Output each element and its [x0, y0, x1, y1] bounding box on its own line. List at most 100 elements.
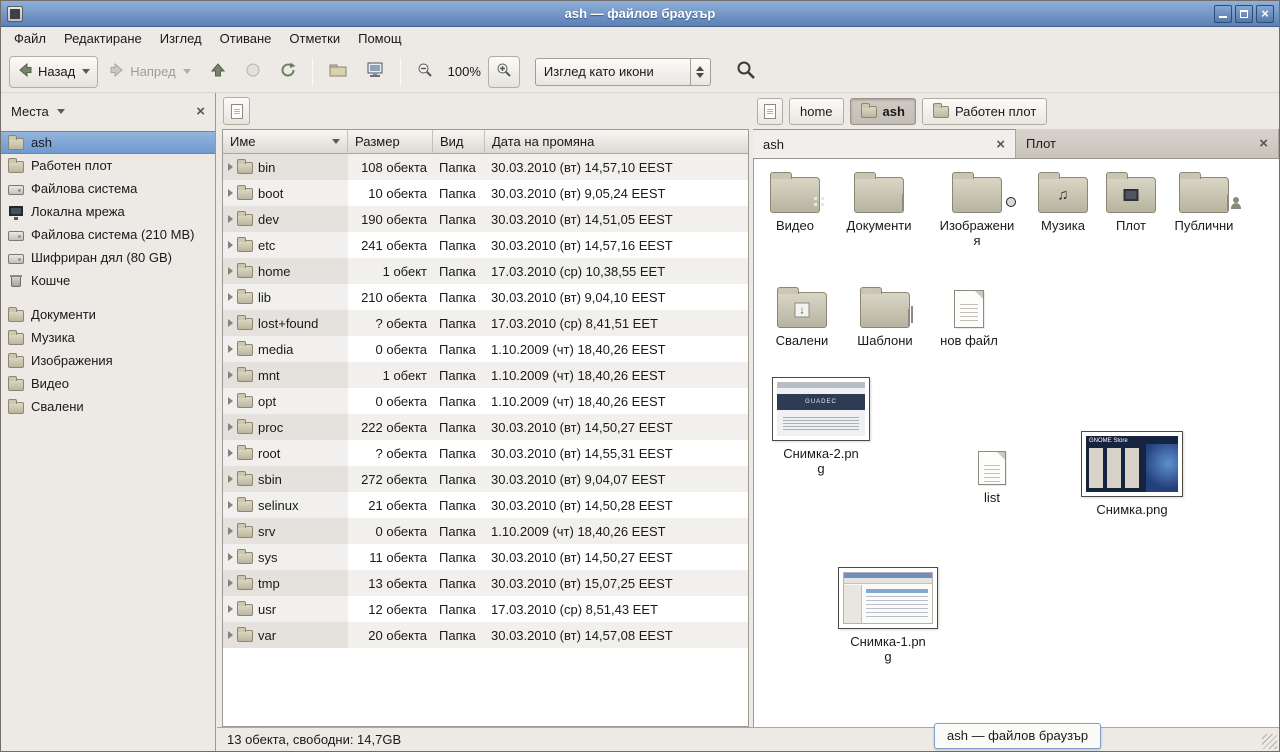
sidebar-close-button[interactable]: × [196, 104, 205, 119]
expander-icon[interactable] [228, 189, 233, 197]
table-row[interactable]: lost+found ? обекта Папка 17.03.2010 (ср… [223, 310, 748, 336]
table-row[interactable]: etc 241 обекта Папка 30.03.2010 (вт) 14,… [223, 232, 748, 258]
expander-icon[interactable] [228, 163, 233, 171]
column-header-type[interactable]: Вид [433, 130, 485, 154]
folder-item-desktop[interactable]: Плот [1091, 169, 1171, 233]
sidebar-title[interactable]: Места [11, 104, 49, 119]
close-button[interactable]: × [1256, 5, 1274, 23]
file-item-list[interactable]: list [952, 447, 1032, 505]
expander-icon[interactable] [228, 215, 233, 223]
sidebar-item-trash[interactable]: Кошче [1, 269, 215, 292]
column-header-size[interactable]: Размер [348, 130, 433, 154]
sidebar-item-filesystem[interactable]: Файлова система [1, 177, 215, 200]
menu-item[interactable]: Файл [5, 27, 55, 51]
table-row[interactable]: var 20 обекта Папка 30.03.2010 (вт) 14,5… [223, 622, 748, 648]
search-button[interactable] [728, 56, 764, 88]
location-toggle-button[interactable] [223, 97, 250, 125]
sidebar-item-music[interactable]: Музика [1, 326, 215, 349]
folder-item-public[interactable]: Публични [1164, 169, 1244, 233]
expander-icon[interactable] [228, 319, 233, 327]
taskbar-window-label[interactable]: ash — файлов браузър [934, 723, 1101, 749]
sidebar-item-desktop[interactable]: Работен плот [1, 154, 215, 177]
table-row[interactable]: sys 11 обекта Папка 30.03.2010 (вт) 14,5… [223, 544, 748, 570]
home-button[interactable] [321, 56, 355, 88]
pathbar-desktop-button[interactable]: Работен плот [922, 98, 1047, 125]
table-row[interactable]: home 1 обект Папка 17.03.2010 (ср) 10,38… [223, 258, 748, 284]
table-row[interactable]: selinux 21 обекта Папка 30.03.2010 (вт) … [223, 492, 748, 518]
folder-item-downloads[interactable]: ↓ Свалени [762, 284, 842, 348]
sidebar-item-documents[interactable]: Документи [1, 303, 215, 326]
resize-grip[interactable] [1262, 734, 1277, 749]
minimize-button[interactable] [1214, 5, 1232, 23]
table-row[interactable]: lib 210 обекта Папка 30.03.2010 (вт) 9,0… [223, 284, 748, 310]
pathbar-home-button[interactable]: home [789, 98, 844, 125]
menu-item[interactable]: Отметки [280, 27, 349, 51]
table-row[interactable]: srv 0 обекта Папка 1.10.2009 (чт) 18,40,… [223, 518, 748, 544]
stop-button[interactable] [237, 56, 269, 88]
table-row[interactable]: mnt 1 обект Папка 1.10.2009 (чт) 18,40,2… [223, 362, 748, 388]
menu-item[interactable]: Редактиране [55, 27, 151, 51]
sidebar-item-encrypted-80gb[interactable]: Шифриран дял (80 GB) [1, 246, 215, 269]
expander-icon[interactable] [228, 631, 233, 639]
up-button[interactable] [202, 56, 234, 88]
sidebar-item-pictures[interactable]: Изображения [1, 349, 215, 372]
forward-button[interactable]: Напред [101, 56, 198, 88]
expander-icon[interactable] [228, 241, 233, 249]
folder-item-documents[interactable]: Документи [839, 169, 919, 233]
zoom-out-button[interactable] [409, 56, 441, 88]
sidebar-item-videos[interactable]: Видео [1, 372, 215, 395]
file-item-newfile[interactable]: нов файл [929, 286, 1009, 348]
file-item-snimka1[interactable]: Снимка-1.png [833, 567, 943, 664]
back-button[interactable]: Назад [9, 56, 98, 88]
table-row[interactable]: bin 108 обекта Папка 30.03.2010 (вт) 14,… [223, 154, 748, 180]
expander-icon[interactable] [228, 449, 233, 457]
sidebar-item-ash[interactable]: ash [1, 131, 215, 154]
pathbar-root-button[interactable] [757, 98, 783, 125]
sidebar-item-network[interactable]: Локална мрежа [1, 200, 215, 223]
table-row[interactable]: tmp 13 обекта Папка 30.03.2010 (вт) 15,0… [223, 570, 748, 596]
expander-icon[interactable] [228, 267, 233, 275]
file-item-snimka[interactable]: GNOME Store Снимка.png [1077, 431, 1187, 517]
expander-icon[interactable] [228, 501, 233, 509]
expander-icon[interactable] [228, 293, 233, 301]
column-header-date[interactable]: Дата на промяна [485, 130, 748, 154]
table-row[interactable]: proc 222 обекта Папка 30.03.2010 (вт) 14… [223, 414, 748, 440]
tab-ash[interactable]: ash× [753, 129, 1016, 158]
column-header-name[interactable]: Име [223, 130, 348, 154]
maximize-button[interactable] [1235, 5, 1253, 23]
titlebar[interactable]: ash — файлов браузър × [1, 1, 1279, 27]
menu-item[interactable]: Изглед [151, 27, 211, 51]
expander-icon[interactable] [228, 423, 233, 431]
tab-plot[interactable]: Плот× [1016, 129, 1279, 158]
table-row[interactable]: dev 190 обекта Папка 30.03.2010 (вт) 14,… [223, 206, 748, 232]
view-mode-select[interactable]: Изглед като икони [535, 58, 711, 86]
tab-close-icon[interactable]: × [996, 137, 1005, 152]
expander-icon[interactable] [228, 579, 233, 587]
pathbar-ash-button[interactable]: ash [850, 98, 916, 125]
tab-close-icon[interactable]: × [1259, 136, 1268, 151]
menu-item[interactable]: Помощ [349, 27, 410, 51]
computer-button[interactable] [358, 56, 392, 88]
table-row[interactable]: root ? обекта Папка 30.03.2010 (вт) 14,5… [223, 440, 748, 466]
table-row[interactable]: boot 10 обекта Папка 30.03.2010 (вт) 9,0… [223, 180, 748, 206]
sidebar-item-downloads[interactable]: Свалени [1, 395, 215, 418]
icon-view[interactable]: Видео Документи Изображения ♫ Музика Пло… [753, 159, 1279, 727]
menu-item[interactable]: Отиване [211, 27, 281, 51]
expander-icon[interactable] [228, 371, 233, 379]
table-row[interactable]: usr 12 обекта Папка 17.03.2010 (ср) 8,51… [223, 596, 748, 622]
expander-icon[interactable] [228, 605, 233, 613]
expander-icon[interactable] [228, 553, 233, 561]
expander-icon[interactable] [228, 475, 233, 483]
expander-icon[interactable] [228, 397, 233, 405]
folder-item-templates[interactable]: Шаблони [845, 284, 925, 348]
folder-item-video[interactable]: Видео [755, 169, 835, 233]
zoom-in-button[interactable] [488, 56, 520, 88]
sidebar-item-filesystem-210mb[interactable]: Файлова система (210 MB) [1, 223, 215, 246]
folder-item-images[interactable]: Изображения [937, 169, 1017, 248]
reload-button[interactable] [272, 56, 304, 88]
view-mode-spinner[interactable] [690, 59, 710, 85]
table-row[interactable]: opt 0 обекта Папка 1.10.2009 (чт) 18,40,… [223, 388, 748, 414]
file-item-snimka2[interactable]: GUADEC Снимка-2.png [766, 377, 876, 476]
table-row[interactable]: media 0 обекта Папка 1.10.2009 (чт) 18,4… [223, 336, 748, 362]
expander-icon[interactable] [228, 345, 233, 353]
